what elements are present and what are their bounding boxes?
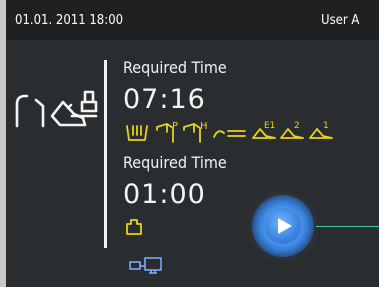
status-bar: 01.01. 2011 18:00 User A (6, 0, 379, 40)
pc-connection-icon[interactable] (129, 256, 165, 276)
contra-angle-2-icon[interactable]: 2 (279, 116, 307, 144)
svg-text:H: H (200, 121, 208, 132)
date-time: 01.01. 2011 18:00 (15, 13, 124, 28)
play-button-core[interactable] (265, 208, 301, 244)
connector-line (316, 226, 379, 227)
required-time-label-2: Required Time (123, 153, 227, 172)
play-button[interactable] (252, 195, 314, 257)
contra-angle-1-icon[interactable]: 1 (308, 116, 336, 144)
divider (104, 60, 107, 248)
svg-text:2: 2 (294, 121, 300, 131)
contra-angle-e1-icon[interactable]: E1 (251, 116, 279, 144)
turbine-h-icon[interactable]: H (182, 118, 210, 144)
user-name[interactable]: User A (321, 13, 359, 28)
handpiece-care-icon (15, 90, 98, 128)
required-time-label: Required Time (123, 58, 227, 77)
cup-icon[interactable] (124, 122, 150, 144)
required-time-value-2: 01:00 (123, 179, 206, 210)
svg-text:P: P (172, 121, 178, 132)
turbine-p-icon[interactable]: P (155, 118, 181, 144)
required-time-value: 07:16 (123, 84, 206, 115)
module-icon[interactable] (125, 218, 143, 236)
device-screen: 01.01. 2011 18:00 User A Required Time 0… (6, 0, 379, 287)
svg-text:1: 1 (323, 121, 329, 131)
svg-text:E1: E1 (264, 121, 275, 131)
play-icon (278, 218, 292, 234)
hose-icon[interactable] (212, 124, 248, 142)
